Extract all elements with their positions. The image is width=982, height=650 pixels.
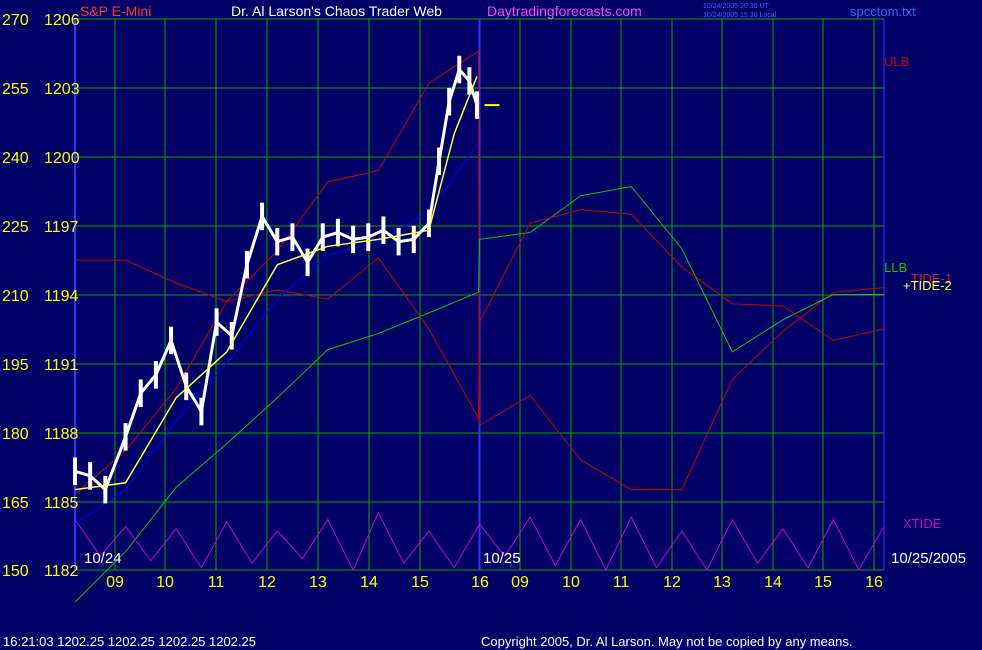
- x-hour-tick: 11: [208, 574, 225, 591]
- date-label-forecast: 10/25/2005: [891, 550, 966, 567]
- price-axis-tick: 1197: [44, 219, 79, 236]
- left-axis-tick: 270: [2, 12, 29, 29]
- x-hour-tick: 16: [471, 574, 489, 591]
- x-hour-tick: 16: [865, 574, 883, 591]
- price-axis-tick: 1200: [44, 150, 80, 167]
- instrument-label: S&P E-Mini: [80, 3, 151, 19]
- x-hour-tick: 09: [106, 574, 124, 591]
- site-title: Dr. Al Larson's Chaos Trader Web: [231, 3, 442, 19]
- x-hour-tick: 14: [764, 574, 782, 591]
- left-axis-tick: 165: [2, 495, 29, 512]
- series-label-llb: LLB: [884, 260, 907, 275]
- x-hour-tick: 12: [258, 574, 276, 591]
- x-hour-tick: 15: [411, 574, 429, 591]
- date-label-day2: 10/25: [483, 550, 521, 567]
- copyright: Copyright 2005, Dr. Al Larson. May not b…: [481, 634, 852, 649]
- price-axis-tick: 1203: [44, 81, 80, 98]
- series-label-ulb: ULB: [884, 54, 909, 69]
- status-line: 16:21:03 1202.25 1202.25 1202.25 1202.25: [3, 634, 256, 649]
- site-url[interactable]: Daytradingforecasts.com: [487, 3, 642, 19]
- price-axis-tick: 1188: [44, 426, 79, 443]
- time-local: 10/24/2005 15:30 Local: [703, 12, 777, 19]
- left-axis-tick: 180: [2, 426, 29, 443]
- series-label-xtide: XTIDE: [903, 516, 942, 531]
- left-axis-tick: 150: [2, 563, 29, 580]
- x-hour-tick: 13: [309, 574, 327, 591]
- left-axis-tick: 210: [2, 288, 29, 305]
- price-axis-tick: 1206: [44, 12, 80, 29]
- x-hour-tick: 10: [562, 574, 580, 591]
- price-axis-tick: 1185: [44, 495, 79, 512]
- time-ut: 10/24/2005 20:30 UT: [703, 3, 769, 10]
- series-label-tide2: +TIDE-2: [903, 278, 952, 293]
- left-axis-tick: 195: [2, 357, 29, 374]
- x-hour-tick: 10: [156, 574, 174, 591]
- x-hour-tick: 15: [814, 574, 832, 591]
- left-axis-tick: 240: [2, 150, 29, 167]
- x-hour-tick: 11: [613, 574, 630, 591]
- chaos-trader-chart: 270 255 240 225 210 195 180 165 150 1206 1203 1200 1…: [0, 0, 982, 650]
- file-name: spcctom.txt: [850, 4, 916, 19]
- price-axis-tick: 1194: [44, 288, 79, 305]
- price-axis-tick: 1182: [44, 563, 79, 580]
- left-axis-tick: 255: [2, 81, 29, 98]
- x-hour-tick: 13: [713, 574, 731, 591]
- left-axis-tick: 225: [2, 219, 29, 236]
- x-hour-tick: 09: [511, 574, 529, 591]
- date-label-day1: 10/24: [84, 550, 122, 567]
- x-hour-tick: 12: [663, 574, 681, 591]
- x-hour-tick: 14: [360, 574, 378, 591]
- price-axis-tick: 1191: [44, 357, 79, 374]
